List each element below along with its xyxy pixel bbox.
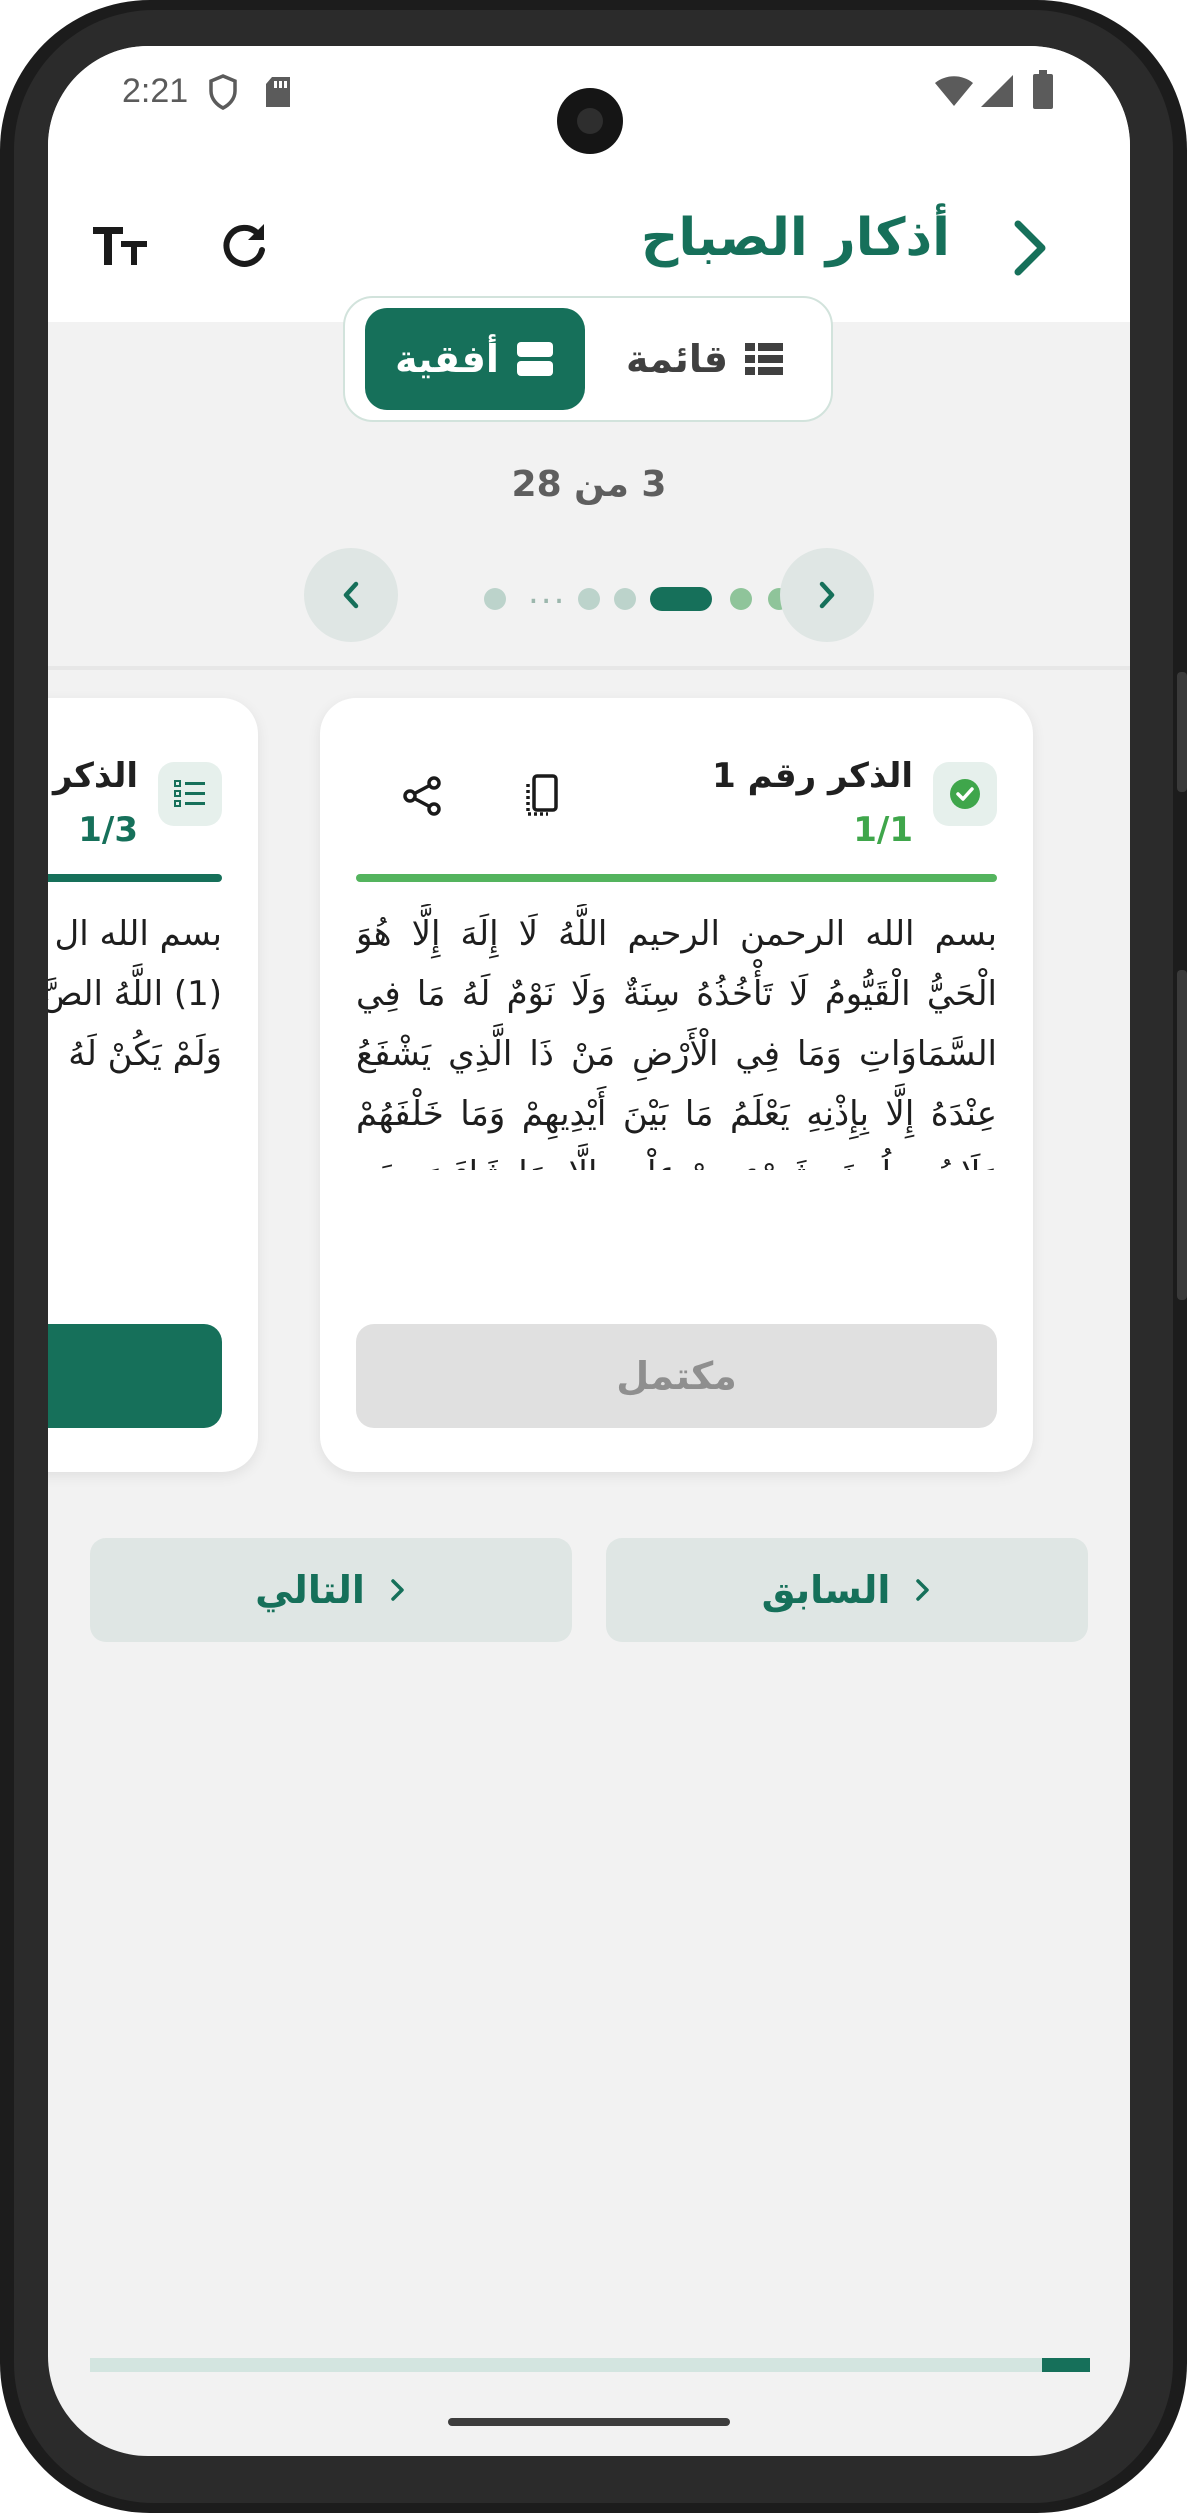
chevron-right-icon — [819, 581, 835, 609]
chevron-right-icon — [1014, 220, 1046, 276]
pager-dot[interactable] — [484, 588, 506, 610]
sd-card-icon — [266, 77, 290, 107]
home-indicator[interactable] — [448, 2418, 730, 2426]
zikr-text: بسم الله الرحمن الرحيم اللَّهُ لَا إِلَه… — [356, 914, 997, 1170]
status-bar: 2:21 — [48, 46, 1130, 186]
phone-side-button — [1177, 672, 1187, 792]
side-card-progress — [48, 874, 222, 882]
toggle-horizontal-label: أفقية — [395, 337, 499, 381]
pager-dot[interactable] — [578, 588, 600, 610]
side-card-line: (1) اللَّهُ الصَّ — [48, 974, 222, 1014]
zikr-card-side[interactable]: الذكر 1/3 بسم الله ال (1) اللَّهُ الصَّ … — [48, 698, 258, 1472]
completed-badge — [933, 762, 997, 826]
chevron-left-icon — [343, 581, 359, 609]
view-toggle: أفقية قائمة — [343, 296, 833, 422]
refresh-icon[interactable] — [208, 210, 280, 282]
zikr-count: 1/1 — [853, 810, 913, 850]
share-icon[interactable] — [396, 770, 448, 822]
previous-button-label: السابق — [761, 1568, 891, 1612]
toggle-list[interactable]: قائمة — [595, 308, 815, 410]
pager-previous-button[interactable] — [304, 548, 398, 642]
overall-progress-fill — [1042, 2358, 1090, 2372]
chevron-right-icon — [391, 1579, 404, 1601]
back-button[interactable] — [990, 208, 1070, 288]
next-button[interactable]: التالي — [90, 1538, 572, 1642]
list-badge — [158, 762, 222, 826]
complete-button[interactable]: مكتمل — [356, 1324, 997, 1428]
cellular-signal-icon — [981, 75, 1013, 107]
next-button-label: التالي — [255, 1568, 365, 1612]
side-card-text: بسم الله ال (1) اللَّهُ الصَّ وَلَمْ يَك… — [48, 904, 222, 1094]
overall-progress-bar — [90, 2358, 1090, 2372]
horizontal-view-icon — [516, 342, 553, 376]
screen: 2:21 أذكار الصباح أفقية قائمة 3 من 28 ..… — [48, 46, 1130, 2456]
pager-dot-active[interactable] — [650, 587, 712, 611]
side-card-line: بسم الله ال — [54, 914, 222, 954]
toggle-list-label: قائمة — [626, 337, 728, 381]
shield-icon — [209, 74, 237, 110]
zikr-title: الذكر رقم 1 — [712, 756, 913, 796]
font-size-icon[interactable] — [84, 210, 156, 282]
toggle-horizontal[interactable]: أفقية — [365, 308, 585, 410]
previous-button[interactable]: السابق — [606, 1538, 1088, 1642]
phone-frame: 2:21 أذكار الصباح أفقية قائمة 3 من 28 ..… — [0, 0, 1187, 2513]
zikr-card: الذكر رقم 1 1/1 بسم الله الرحمن الرحيم ا… — [320, 698, 1033, 1472]
zikr-progress-bar — [356, 874, 997, 882]
phone-volume-button — [1177, 970, 1187, 1300]
item-counter: 3 من 28 — [511, 464, 667, 505]
copy-icon[interactable] — [516, 770, 568, 822]
pager-next-button[interactable] — [780, 548, 874, 642]
list-icon — [174, 780, 205, 807]
check-circle-icon — [950, 779, 980, 809]
divider — [48, 666, 1130, 670]
side-card-line: وَلَمْ يَكُنْ لَهُ — [68, 1034, 222, 1074]
front-camera — [557, 88, 623, 154]
side-card-count: 1/3 — [78, 810, 138, 850]
chevron-right-icon — [916, 1579, 930, 1601]
battery-icon — [1033, 70, 1053, 109]
side-card-title: الذكر — [53, 756, 138, 796]
status-time: 2:21 — [122, 72, 189, 110]
list-view-icon — [744, 343, 783, 375]
wifi-icon — [935, 76, 973, 106]
side-card-action-button[interactable] — [48, 1324, 222, 1428]
page-title: أذكار الصباح — [640, 208, 950, 268]
pager-ellipsis: ... — [528, 572, 567, 612]
pager-dot[interactable] — [730, 588, 752, 610]
pager-dot[interactable] — [614, 588, 636, 610]
